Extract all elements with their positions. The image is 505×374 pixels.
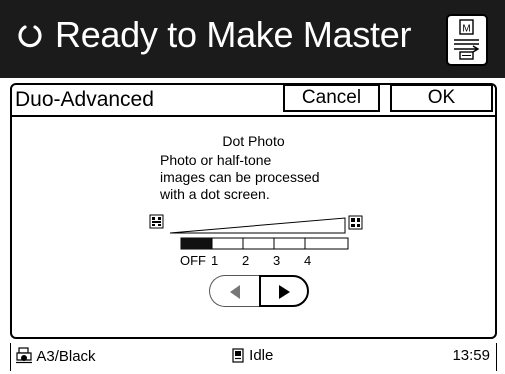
level-label-off: OFF <box>180 253 206 268</box>
header-bar: Ready to Make Master M <box>0 0 505 78</box>
right-arrow-icon <box>279 285 290 299</box>
dot-photo-description: Photo or half-tone images can be process… <box>160 152 380 203</box>
description-line: Photo or half-tone <box>160 152 272 168</box>
ready-circle-icon <box>18 25 42 48</box>
increase-level-button[interactable] <box>259 275 309 307</box>
master-info-button[interactable]: M <box>446 14 488 66</box>
master-status-icon <box>232 348 244 363</box>
duo-advanced-panel: Duo-Advanced Cancel OK Dot Photo Photo o… <box>10 83 497 339</box>
intensity-wedge <box>169 217 346 234</box>
paper-size-label: A3/Black <box>36 348 96 365</box>
master-document-icon: M <box>454 19 480 60</box>
level-label-3: 3 <box>273 253 281 268</box>
state-label: Idle <box>249 347 274 364</box>
dot-photo-title: Dot Photo <box>222 133 285 149</box>
level-label-1: 1 <box>211 253 219 268</box>
panel-title: Duo-Advanced <box>15 88 154 111</box>
level-selected-fill <box>181 238 212 249</box>
ok-button[interactable]: OK <box>390 84 493 112</box>
panel-header: Duo-Advanced Cancel OK <box>12 84 495 117</box>
coarse-dot-icon <box>149 214 164 229</box>
dot-level-scale <box>149 214 363 250</box>
level-label-4: 4 <box>304 253 312 268</box>
description-line: with a dot screen. <box>160 186 270 202</box>
paper-status: A3/Black <box>15 347 96 366</box>
clock: 13:59 <box>452 347 490 364</box>
cancel-button[interactable]: Cancel <box>283 84 380 112</box>
master-letter: M <box>462 24 470 35</box>
decrease-level-button[interactable] <box>209 275 259 307</box>
description-line: images can be processed <box>160 169 320 185</box>
fine-dot-icon <box>348 215 363 230</box>
header-title: Ready to Make Master <box>55 14 412 55</box>
ink-drum-icon <box>16 347 32 364</box>
status-bar: A3/Black Idle 13:59 <box>10 343 497 371</box>
level-label-2: 2 <box>242 253 250 268</box>
machine-state: Idle <box>231 347 273 365</box>
level-stepper <box>209 275 309 307</box>
left-arrow-icon <box>230 285 240 299</box>
